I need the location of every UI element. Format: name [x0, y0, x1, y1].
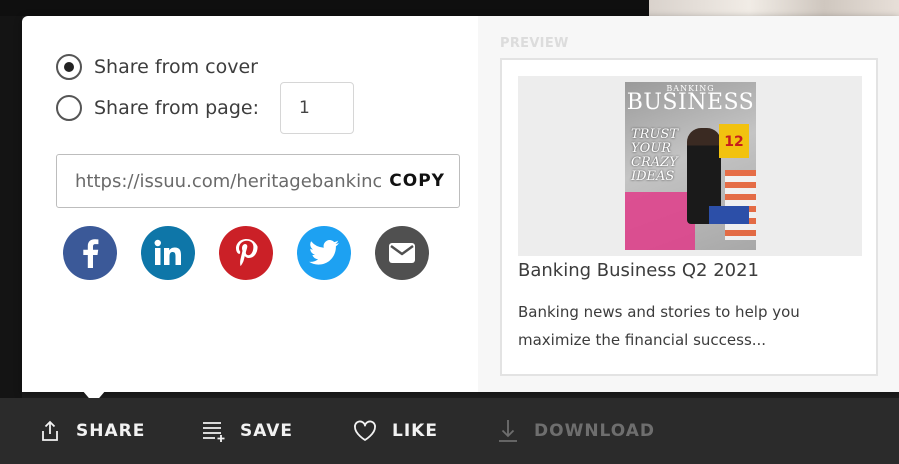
share-from-page-option[interactable]: Share from page: [56, 95, 259, 121]
linkedin-icon [153, 239, 183, 267]
share-from-page-radio[interactable] [56, 95, 82, 121]
share-button-label: SHARE [76, 421, 146, 441]
cover-masthead: BANKING BUSINESS [626, 84, 755, 115]
preview-document-title: Banking Business Q2 2021 [518, 260, 760, 281]
preview-pane: PREVIEW 12 BANKING BUSINESS TRUST YOUR C… [478, 16, 899, 392]
viewer-background-left [0, 16, 22, 398]
preview-cover-area: 12 BANKING BUSINESS TRUST YOUR CRAZY IDE… [518, 76, 862, 256]
save-icon [200, 418, 226, 444]
preview-label: PREVIEW [500, 36, 569, 51]
facebook-icon [79, 238, 101, 268]
bottom-toolbar: SHARE SAVE LIKE DOWNLOAD [0, 398, 899, 464]
like-button[interactable]: LIKE [352, 398, 438, 464]
email-icon [388, 242, 416, 264]
download-button[interactable]: DOWNLOAD [496, 398, 655, 464]
save-button-label: SAVE [240, 421, 294, 441]
pinterest-share-button[interactable] [219, 226, 273, 280]
share-link-field[interactable]: https://issuu.com/heritagebankinc/docs/b… [56, 154, 460, 208]
cover-jersey: 12 [719, 124, 749, 158]
heart-icon [352, 419, 378, 443]
facebook-share-button[interactable] [63, 226, 117, 280]
page-number-input[interactable] [280, 82, 354, 134]
share-from-cover-radio[interactable] [56, 54, 82, 80]
twitter-icon [308, 239, 340, 267]
download-icon [496, 418, 520, 444]
share-link-url[interactable]: https://issuu.com/heritagebankinc/docs/b… [57, 171, 381, 192]
pinterest-icon [234, 238, 258, 268]
copy-link-button[interactable]: COPY [381, 171, 459, 191]
download-button-label: DOWNLOAD [534, 421, 656, 441]
preview-document-description: Banking news and stories to help you max… [518, 303, 800, 349]
twitter-share-button[interactable] [297, 226, 351, 280]
cover-tagline: TRUST YOUR CRAZY IDEAS [631, 127, 678, 184]
magazine-cover-image: 12 BANKING BUSINESS TRUST YOUR CRAZY IDE… [625, 82, 756, 250]
share-from-cover-option[interactable]: Share from cover [56, 54, 258, 80]
save-button[interactable]: SAVE [200, 398, 293, 464]
share-icon [38, 419, 62, 443]
email-share-button[interactable] [375, 226, 429, 280]
linkedin-share-button[interactable] [141, 226, 195, 280]
share-from-page-label: Share from page: [94, 97, 259, 119]
preview-card[interactable]: 12 BANKING BUSINESS TRUST YOUR CRAZY IDE… [500, 58, 878, 376]
like-button-label: LIKE [392, 421, 438, 441]
share-button[interactable]: SHARE [38, 398, 145, 464]
share-from-cover-label: Share from cover [94, 56, 258, 78]
share-popup: Share from cover Share from page: https:… [22, 16, 899, 392]
